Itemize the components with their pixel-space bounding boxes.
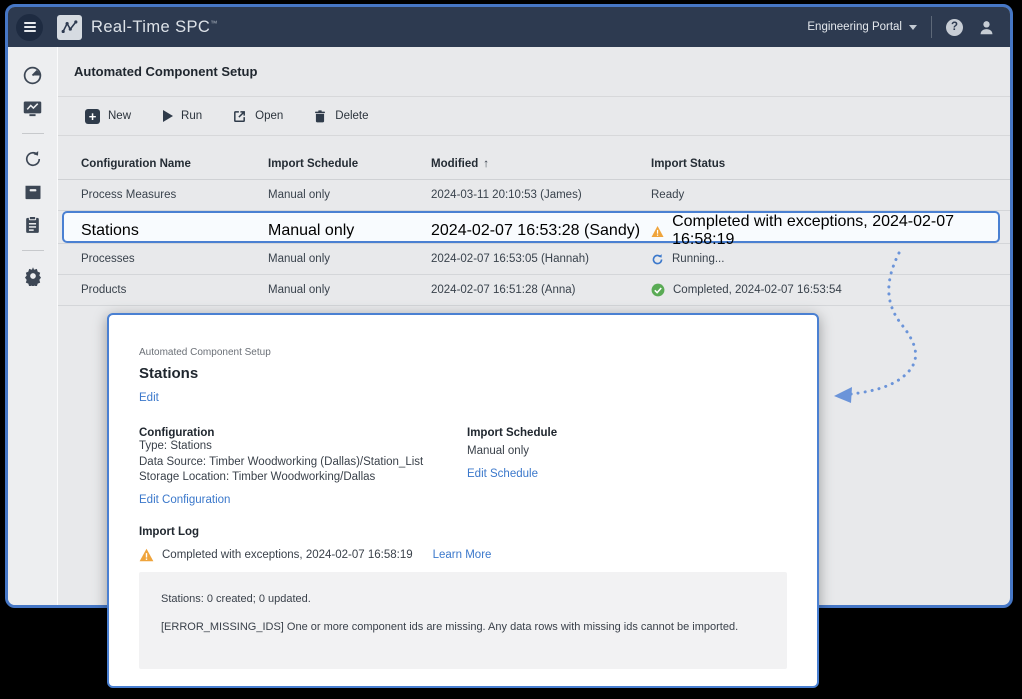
- sidebar-divider: [22, 133, 44, 134]
- edit-link[interactable]: Edit: [139, 392, 159, 404]
- table-row-selected-wrap: Stations Manual only 2024-02-07 16:53:28…: [58, 211, 1010, 244]
- table-header: Configuration Name Import Schedule Modif…: [58, 136, 1010, 180]
- breadcrumb: Automated Component Setup: [139, 347, 787, 358]
- import-log-status: Completed with exceptions, 2024-02-07 16…: [139, 548, 787, 562]
- help-icon[interactable]: ?: [946, 19, 963, 36]
- warning-icon: [139, 548, 154, 562]
- import-log-heading: Import Log: [139, 526, 787, 538]
- toolbar: + New Run Open: [58, 97, 1010, 136]
- brand-title: Real-Time SPC™: [91, 18, 218, 37]
- portal-selector[interactable]: Engineering Portal: [807, 21, 917, 33]
- warning-icon: [651, 225, 664, 238]
- configuration-type: Type: Stations: [139, 439, 467, 455]
- play-icon: [163, 110, 173, 122]
- learn-more-link[interactable]: Learn More: [433, 549, 492, 561]
- new-button[interactable]: + New: [76, 102, 152, 130]
- column-import-schedule[interactable]: Import Schedule: [268, 158, 431, 170]
- column-configuration-name[interactable]: Configuration Name: [81, 158, 268, 170]
- import-log-status-text: Completed with exceptions, 2024-02-07 16…: [162, 549, 413, 561]
- edit-configuration-link[interactable]: Edit Configuration: [139, 494, 230, 506]
- page-title: Automated Component Setup: [74, 64, 257, 79]
- detail-panel: Automated Component Setup Stations Edit …: [107, 313, 819, 688]
- sidebar-item-settings[interactable]: [20, 263, 46, 289]
- success-check-icon: [651, 283, 665, 297]
- import-log-output: Stations: 0 created; 0 updated. [ERROR_M…: [139, 572, 787, 669]
- sidebar-item-charts[interactable]: [20, 95, 46, 121]
- import-schedule-heading: Import Schedule: [467, 427, 557, 439]
- top-navbar: Real-Time SPC™ Engineering Portal ?: [8, 7, 1010, 47]
- chevron-down-icon: [909, 25, 917, 30]
- status-text: Running...: [672, 253, 724, 265]
- menu-icon[interactable]: [16, 14, 43, 41]
- open-external-icon: [232, 109, 247, 124]
- sidebar-item-storage[interactable]: [20, 179, 46, 205]
- sidebar-item-tasks[interactable]: [20, 212, 46, 238]
- sidebar-item-dashboard[interactable]: [20, 62, 46, 88]
- gear-icon: [23, 266, 43, 286]
- open-button[interactable]: Open: [223, 102, 304, 130]
- trash-icon: [313, 109, 327, 124]
- plus-square-icon: +: [85, 109, 100, 124]
- log-line: Stations: 0 created; 0 updated.: [161, 593, 765, 605]
- portal-label: Engineering Portal: [807, 21, 902, 33]
- table-row-selected[interactable]: Stations Manual only 2024-02-07 16:53:28…: [62, 211, 1000, 243]
- configuration-data-source: Data Source: Timber Woodworking (Dallas)…: [139, 455, 467, 471]
- screenshot-canvas: Real-Time SPC™ Engineering Portal ?: [0, 0, 1022, 699]
- monitor-chart-icon: [22, 98, 43, 119]
- status-text: Completed, 2024-02-07 16:53:54: [673, 284, 842, 296]
- column-import-status[interactable]: Import Status: [651, 158, 1010, 170]
- delete-button[interactable]: Delete: [304, 102, 389, 130]
- sync-icon: [23, 149, 43, 169]
- status-text: Ready: [651, 189, 684, 201]
- sidebar-divider: [22, 250, 44, 251]
- table-row[interactable]: Process Measures Manual only 2024-03-11 …: [58, 180, 1010, 211]
- log-line: [ERROR_MISSING_IDS] One or more componen…: [161, 621, 765, 633]
- edit-schedule-link[interactable]: Edit Schedule: [467, 468, 538, 480]
- page-header: Automated Component Setup: [58, 47, 1010, 97]
- dashboard-gauge-icon: [22, 65, 43, 86]
- configuration-storage-location: Storage Location: Timber Woodworking/Dal…: [139, 470, 467, 486]
- import-schedule-section: Import Schedule Manual only Edit Schedul…: [467, 427, 557, 508]
- import-schedule-value: Manual only: [467, 444, 557, 460]
- configuration-section: Configuration Type: Stations Data Source…: [139, 427, 467, 508]
- run-button[interactable]: Run: [152, 102, 223, 130]
- user-icon[interactable]: [977, 18, 996, 37]
- archive-box-icon: [23, 182, 43, 202]
- clipboard-icon: [23, 215, 42, 235]
- sidebar-item-sync[interactable]: [20, 146, 46, 172]
- line-chart-logo-icon: [57, 15, 82, 40]
- column-modified[interactable]: Modified↑: [431, 158, 651, 170]
- sidebar: [8, 47, 58, 608]
- sort-ascending-icon: ↑: [483, 158, 489, 170]
- table-row[interactable]: Products Manual only 2024-02-07 16:51:28…: [58, 275, 1010, 306]
- navbar-divider: [931, 16, 932, 38]
- table-row[interactable]: Processes Manual only 2024-02-07 16:53:0…: [58, 244, 1010, 275]
- detail-title: Stations: [139, 365, 787, 382]
- configuration-heading: Configuration: [139, 427, 467, 439]
- running-refresh-icon: [651, 253, 664, 266]
